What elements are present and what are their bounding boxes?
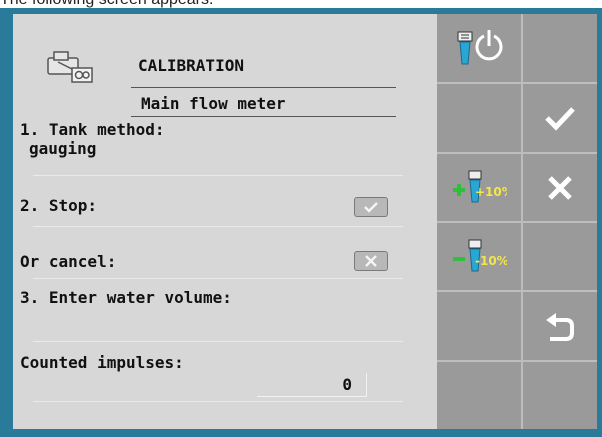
cancel-x-icon <box>548 175 572 200</box>
title-underline <box>131 87 396 88</box>
confirm-check-icon <box>545 107 575 131</box>
softkey-minus10-button[interactable]: -10% <box>437 223 521 290</box>
separator-3 <box>33 278 403 279</box>
impulses-label: Counted impulses: <box>20 353 184 372</box>
step1-label: 1. Tank method: <box>20 120 165 139</box>
stop-checkbox[interactable] <box>354 197 388 217</box>
step1-method: gauging <box>29 139 97 158</box>
cancel-label: Or cancel: <box>20 252 117 271</box>
softkey-confirm-button[interactable] <box>523 84 597 152</box>
separator-4 <box>33 341 403 342</box>
softkey-reset-button[interactable] <box>437 14 521 82</box>
softkey-cancel-button[interactable] <box>523 154 597 221</box>
x-icon <box>365 255 377 267</box>
softkey-empty-6[interactable] <box>523 362 597 429</box>
softkey-empty-3[interactable] <box>437 362 521 429</box>
check-icon <box>364 202 378 213</box>
impulses-value: 0 <box>257 373 367 397</box>
softkey-empty-1[interactable] <box>437 84 521 152</box>
separator-5 <box>33 401 403 402</box>
subtitle-underline <box>131 116 396 117</box>
page-title: CALIBRATION <box>138 56 244 75</box>
reset-power-icon <box>457 30 503 65</box>
softkey-empty-2[interactable] <box>437 292 521 360</box>
plus-10-percent-icon: +10% <box>453 170 507 202</box>
minus-10-percent-icon: -10% <box>453 239 507 271</box>
back-return-icon <box>546 313 574 341</box>
page-subtitle: Main flow meter <box>141 94 286 113</box>
calibration-icon <box>46 48 96 84</box>
separator-2 <box>33 226 403 227</box>
cancel-checkbox[interactable] <box>354 251 388 271</box>
softkey-empty-4[interactable] <box>523 14 597 82</box>
softkey-bar: +10% -10% <box>437 14 597 429</box>
softkey-empty-5[interactable] <box>523 223 597 290</box>
softkey-back-button[interactable] <box>523 292 597 360</box>
softkey-plus10-button[interactable]: +10% <box>437 154 521 221</box>
step2-label: 2. Stop: <box>20 196 98 215</box>
separator-1 <box>33 175 403 176</box>
plus-10-percent-text: +10% <box>475 185 507 199</box>
step3-label: 3. Enter water volume: <box>20 288 232 307</box>
minus-10-percent-text: -10% <box>475 254 507 268</box>
calibration-panel: CALIBRATION Main flow meter 1. Tank meth… <box>13 14 437 429</box>
